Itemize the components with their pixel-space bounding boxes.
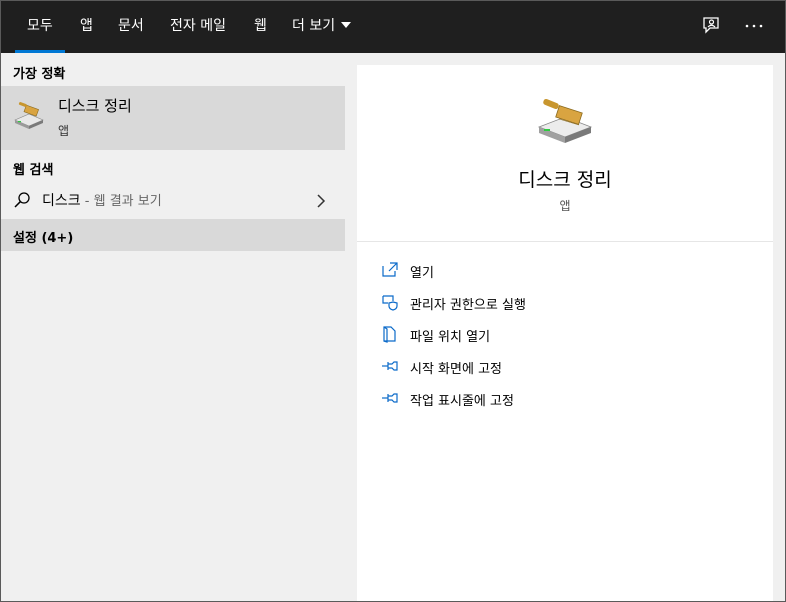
feedback-icon[interactable] <box>701 15 723 37</box>
best-match-subtitle: 앱 <box>58 124 70 138</box>
action-pin-to-start[interactable]: 시작 화면에 고정 <box>381 355 741 379</box>
app-preview-title: 디스크 정리 <box>518 169 612 191</box>
search-icon <box>13 191 31 209</box>
settings-results-header[interactable]: 설정 (4+) <box>1 219 345 251</box>
tab-documents[interactable]: 문서 <box>118 1 144 53</box>
tab-email[interactable]: 전자 메일 <box>170 1 226 53</box>
app-preview-pane: 디스크 정리 앱 열기 관리자 권한으로 실행 파일 위치 열기 시작 화면에 … <box>357 65 773 601</box>
pin-icon <box>381 357 399 375</box>
web-search-header: 웹 검색 <box>13 163 54 178</box>
search-topbar: 모두 앱 문서 전자 메일 웹 더 보기 <box>1 1 785 53</box>
results-pane: 가장 정확 디스크 정리 앱 웹 검색 디스크 - 웹 결과 보기 설정 (4+… <box>1 53 345 601</box>
tab-more[interactable]: 더 보기 <box>292 1 352 53</box>
pin-icon <box>381 389 399 407</box>
best-match-header: 가장 정확 <box>13 67 66 82</box>
more-options-icon[interactable] <box>743 15 765 37</box>
tab-all[interactable]: 모두 <box>15 1 65 53</box>
open-icon <box>381 261 399 279</box>
action-run-as-admin[interactable]: 관리자 권한으로 실행 <box>381 291 741 315</box>
action-pin-to-taskbar[interactable]: 작업 표시줄에 고정 <box>381 387 741 411</box>
action-label: 파일 위치 열기 <box>410 330 491 345</box>
action-label: 관리자 권한으로 실행 <box>410 298 526 313</box>
action-label: 작업 표시줄에 고정 <box>410 394 514 409</box>
disk-cleanup-icon <box>535 97 595 145</box>
web-search-query: 디스크 <box>42 193 81 209</box>
chevron-right-icon[interactable] <box>315 193 327 208</box>
action-open[interactable]: 열기 <box>381 259 741 283</box>
search-window: 모두 앱 문서 전자 메일 웹 더 보기 가장 정확 디스크 정리 앱 웹 검색… <box>0 0 786 602</box>
best-match-result[interactable]: 디스크 정리 앱 <box>1 86 345 150</box>
chevron-down-icon <box>341 22 352 28</box>
disk-cleanup-icon <box>13 98 45 130</box>
shield-icon <box>381 293 399 311</box>
action-label: 열기 <box>410 266 434 281</box>
web-search-hint: - 웹 결과 보기 <box>80 194 162 209</box>
web-search-result[interactable]: 디스크 - 웹 결과 보기 <box>1 184 345 216</box>
settings-results-label: 설정 (4+) <box>13 231 74 246</box>
best-match-title: 디스크 정리 <box>58 97 132 115</box>
divider <box>357 241 773 242</box>
app-preview-subtitle: 앱 <box>559 199 571 213</box>
tab-web[interactable]: 웹 <box>254 1 267 53</box>
action-label: 시작 화면에 고정 <box>410 362 502 377</box>
action-open-file-location[interactable]: 파일 위치 열기 <box>381 323 741 347</box>
file-location-icon <box>381 325 399 343</box>
tab-apps[interactable]: 앱 <box>80 1 93 53</box>
